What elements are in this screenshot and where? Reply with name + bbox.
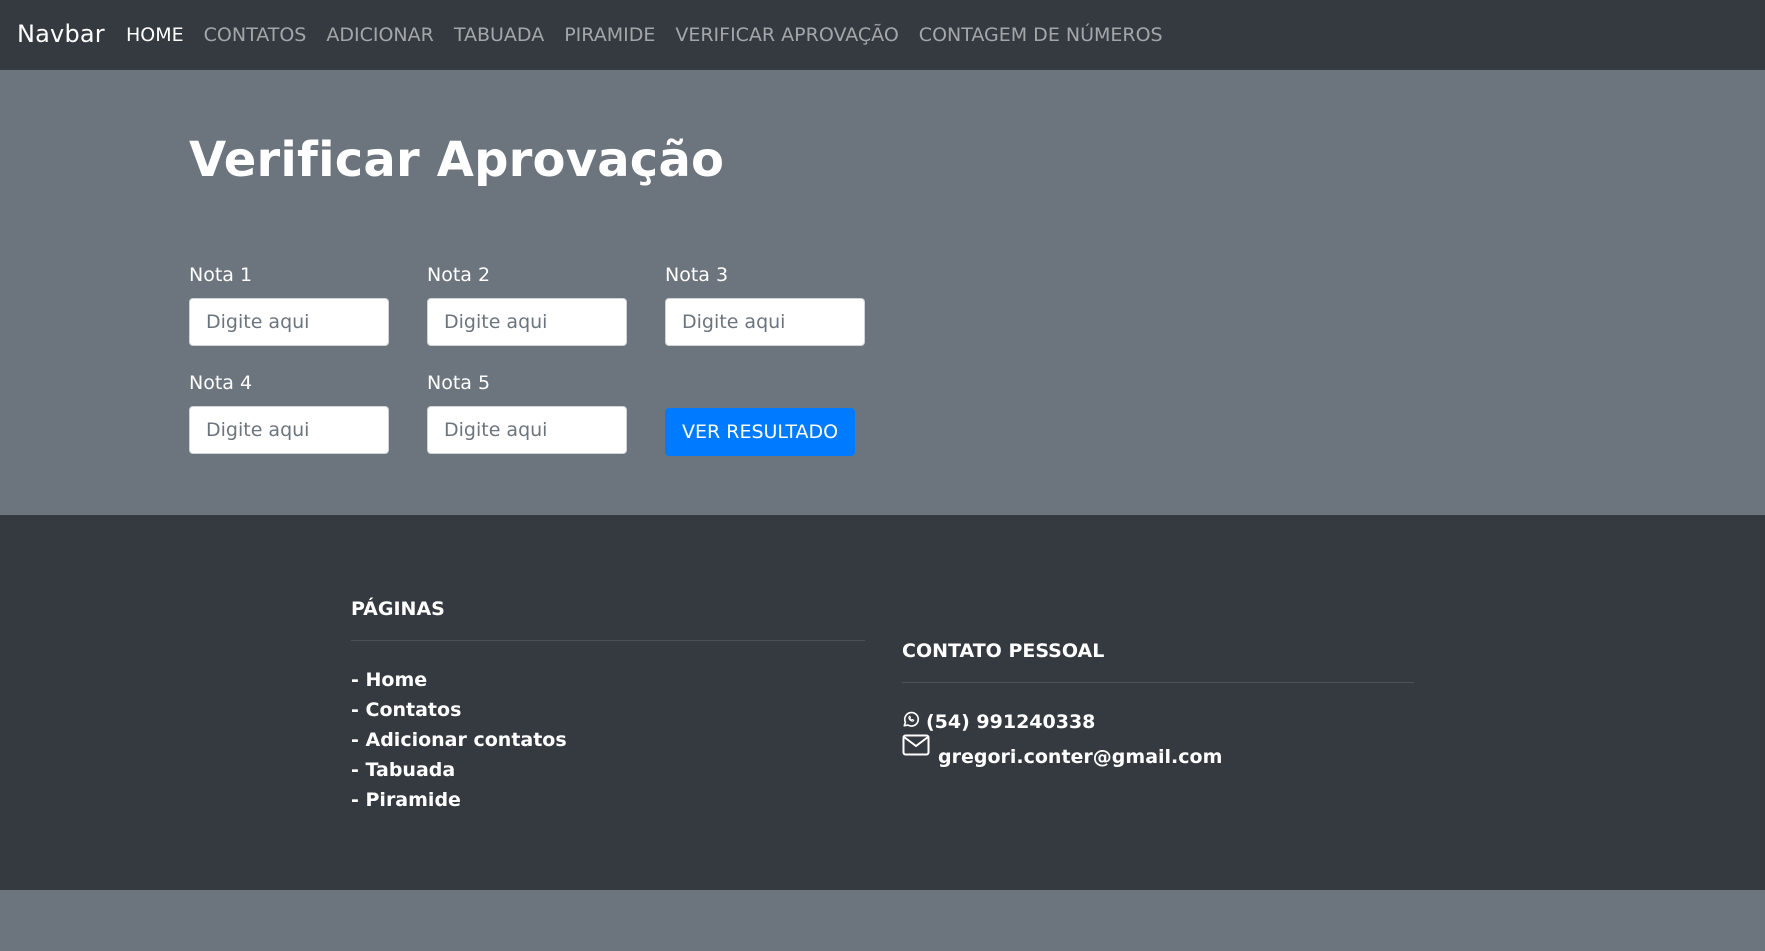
- nota-1-field: Nota 1: [189, 264, 389, 346]
- footer-link-contatos[interactable]: - Contatos: [351, 695, 865, 725]
- nav-links: HOME CONTATOS ADICIONAR TABUADA PIRAMIDE…: [126, 24, 1183, 46]
- footer-link-home[interactable]: - Home: [351, 665, 865, 695]
- nota-4-input[interactable]: [189, 406, 389, 454]
- nota-5-input[interactable]: [427, 406, 627, 454]
- footer-link-piramide[interactable]: - Piramide: [351, 785, 865, 815]
- nav-link-piramide[interactable]: PIRAMIDE: [564, 24, 655, 46]
- ver-resultado-button[interactable]: VER RESULTADO: [665, 408, 856, 456]
- contact-email-text[interactable]: gregori.conter@gmail.com: [938, 742, 1222, 772]
- nota-3-field: Nota 3: [665, 264, 865, 346]
- whatsapp-icon: [902, 707, 920, 737]
- nota-3-input[interactable]: [665, 298, 865, 346]
- footer-contact-divider: [902, 682, 1414, 683]
- nav-link-contatos[interactable]: CONTATOS: [204, 24, 307, 46]
- nota-1-label: Nota 1: [189, 264, 253, 286]
- footer-pages-divider: [351, 640, 865, 641]
- nav-link-verificar-aprovacao[interactable]: VERIFICAR APROVAÇÃO: [675, 24, 898, 46]
- nota-2-input[interactable]: [427, 298, 627, 346]
- nota-2-field: Nota 2: [427, 264, 627, 346]
- page-title: Verificar Aprovação: [189, 132, 725, 188]
- envelope-icon: [902, 734, 930, 765]
- footer-contact-column: CONTATO PESSOAL (54) 991240338 gregori.c…: [902, 640, 1414, 772]
- footer-link-tabuada[interactable]: - Tabuada: [351, 755, 865, 785]
- navbar-brand[interactable]: Navbar: [17, 20, 105, 48]
- footer-pages-column: PÁGINAS - Home - Contatos - Adicionar co…: [351, 598, 865, 815]
- contact-phone: (54) 991240338: [902, 707, 1414, 737]
- footer-pages-heading: PÁGINAS: [351, 598, 445, 620]
- nav-link-adicionar[interactable]: ADICIONAR: [326, 24, 433, 46]
- nota-2-label: Nota 2: [427, 264, 491, 286]
- nota-1-input[interactable]: [189, 298, 389, 346]
- contact-phone-text: (54) 991240338: [926, 711, 1096, 733]
- main-section: Verificar Aprovação Nota 1 Nota 2 Nota 3…: [0, 70, 1765, 515]
- footer-link-adicionar-contatos[interactable]: - Adicionar contatos: [351, 725, 865, 755]
- contact-email: gregori.conter@gmail.com: [902, 734, 1414, 772]
- nav-link-contagem-de-numeros[interactable]: CONTAGEM DE NÚMEROS: [919, 24, 1163, 46]
- footer: PÁGINAS - Home - Contatos - Adicionar co…: [0, 515, 1765, 890]
- nav-link-tabuada[interactable]: TABUADA: [454, 24, 544, 46]
- nota-4-field: Nota 4: [189, 372, 389, 454]
- nota-4-label: Nota 4: [189, 372, 253, 394]
- nota-3-label: Nota 3: [665, 264, 729, 286]
- footer-contact-heading: CONTATO PESSOAL: [902, 640, 1105, 662]
- nota-5-label: Nota 5: [427, 372, 491, 394]
- nota-5-field: Nota 5: [427, 372, 627, 454]
- nav-link-home[interactable]: HOME: [126, 24, 184, 46]
- navbar: Navbar HOME CONTATOS ADICIONAR TABUADA P…: [0, 0, 1765, 70]
